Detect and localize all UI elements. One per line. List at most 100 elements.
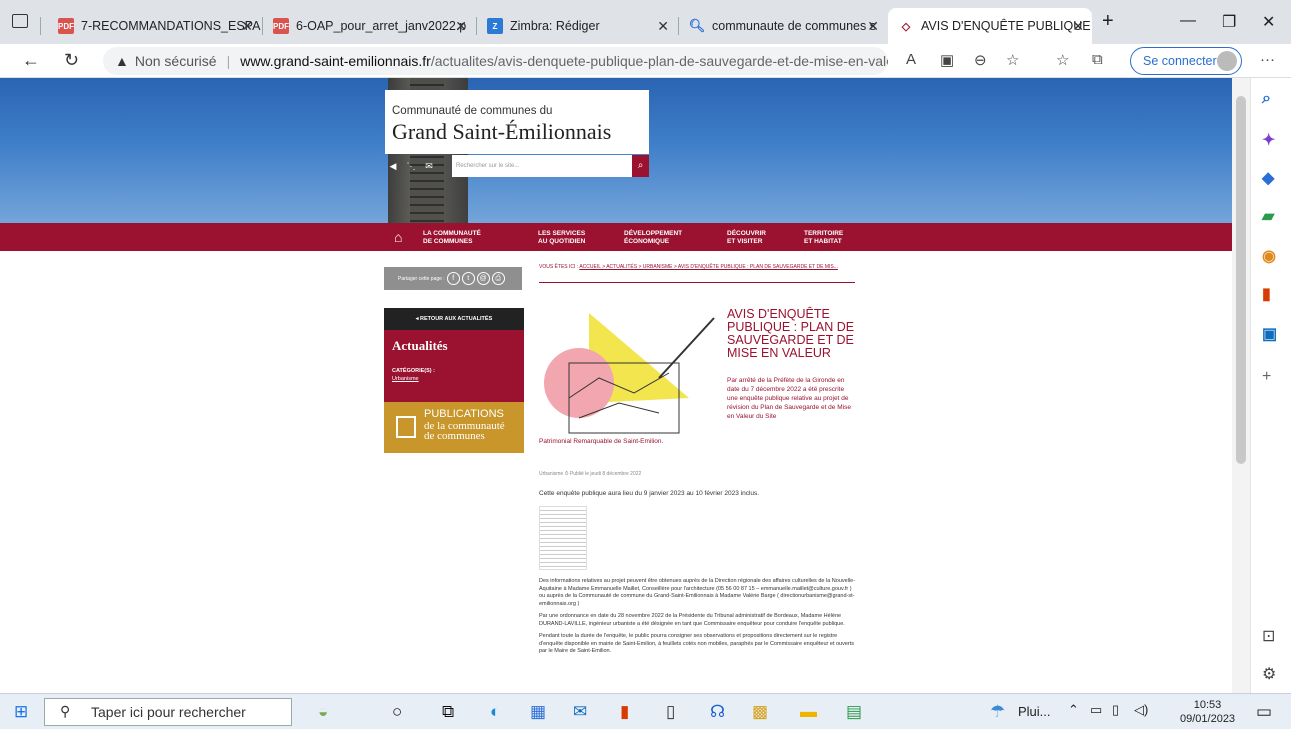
url-field[interactable]: ▲ Non sécurisé | www.grand-saint-emilion… (103, 47, 888, 75)
browser-tab[interactable]: PDF 6-OAP_pour_arret_janv2022.p ✕ (263, 8, 475, 44)
edge-icon[interactable]: ◐ (490, 702, 500, 722)
minimize-icon[interactable]: — (1180, 12, 1196, 30)
sign-in-button[interactable]: Se connecter (1130, 47, 1242, 75)
explorer-icon[interactable]: ▬ (800, 702, 817, 722)
menu-label: DÉVELOPPEMENT ÉCONOMIQUE (624, 230, 683, 245)
page-scrollbar[interactable] (1232, 78, 1250, 693)
browser-tab[interactable]: 🔍︎ communaute de communes s ✕ (679, 8, 887, 44)
taskbar-search-input[interactable]: Taper ici pour rechercher (44, 698, 292, 726)
close-icon[interactable]: ✕ (1072, 18, 1084, 35)
network-icon[interactable]: ▭ (1090, 702, 1102, 718)
article-paragraph: Pendant toute la durée de l'enquête, le … (539, 633, 855, 654)
article-body: Des informations relatives au projet peu… (539, 578, 859, 661)
home-icon[interactable]: ⌂ (394, 229, 402, 245)
favorites-icon[interactable]: ☆ (1056, 51, 1069, 69)
clock[interactable]: 10:53 09/01/2023 (1180, 698, 1235, 726)
article-illustration (544, 313, 715, 434)
file-icon[interactable]: ▯ (666, 702, 675, 722)
warning-icon: ▲ (115, 53, 129, 69)
edge-sidebar: ⌕ ✦ ◆ ▰ ◉ ▮ ▣ + ⊡ ⚙ (1250, 78, 1291, 693)
task-view-icon[interactable]: ⧉ (442, 702, 454, 722)
speaker-icon[interactable]: ◀ (385, 155, 401, 177)
headset-icon[interactable]: ☊ (710, 702, 725, 722)
publications-link[interactable]: PUBLICATIONS de la communauté de commune… (384, 402, 524, 453)
search-icon[interactable]: ⌕ (1262, 90, 1271, 108)
weather-label[interactable]: Plui... (1018, 704, 1051, 719)
back-icon[interactable]: ← (22, 50, 40, 71)
browser-tab-active[interactable]: ◇ AVIS D'ENQUÊTE PUBLIQUE ✕ (888, 8, 1092, 44)
shopping-icon[interactable]: ◆ (1262, 168, 1274, 188)
chevron-up-icon[interactable]: ⌃ (1068, 702, 1079, 718)
site-search-input[interactable]: Rechercher sur le site... (452, 155, 632, 177)
news-title: Actualités (392, 338, 448, 353)
refresh-icon[interactable]: ↻ (64, 50, 79, 71)
tools-icon[interactable]: ▰ (1262, 206, 1274, 226)
site-logo[interactable]: Communauté de communes du Grand Saint-Ém… (385, 90, 649, 154)
tab-actions-icon[interactable] (12, 14, 28, 28)
copilot-icon[interactable]: ✦ (1262, 130, 1275, 150)
breadcrumb-links[interactable]: ACCUEIL > ACTUALITÉS > URBANISME > AVIS … (579, 264, 838, 270)
time-label: 10:53 (1193, 699, 1222, 711)
close-icon[interactable]: ✕ (455, 18, 467, 35)
menu-item-communaute[interactable]: LA COMMUNAUTÉ DE COMMUNES (423, 230, 481, 245)
book-icon (396, 416, 416, 438)
article-intro: Cette enquête publique aura lieu du 9 ja… (539, 490, 760, 497)
battery-icon[interactable]: ▯ (1112, 702, 1119, 718)
scroll-thumb[interactable] (1236, 96, 1246, 464)
weather-icon[interactable]: ☂ (990, 702, 1005, 722)
menu-item-services[interactable]: LES SERVICES AU QUOTIDIEN (538, 230, 585, 245)
immersive-reader-icon[interactable]: ▣ (940, 51, 954, 69)
notifications-icon[interactable]: ▭ (1256, 702, 1272, 722)
browser-tab[interactable]: PDF 7-RECOMMANDATIONS_ESPA ✕ (48, 8, 261, 44)
mail-icon[interactable]: ✉ (421, 155, 437, 177)
restore-icon[interactable]: ❐ (1222, 12, 1236, 32)
sidebar-toggle-icon[interactable]: ⊡ (1262, 626, 1275, 646)
collections-icon[interactable]: ⧉ (1092, 51, 1103, 68)
photo-icon[interactable]: ▩ (752, 702, 768, 722)
print-icon[interactable]: ⎙ (491, 272, 505, 285)
read-aloud-icon[interactable]: A (906, 51, 916, 68)
page-viewport: Communauté de communes du Grand Saint-Ém… (0, 78, 1232, 693)
site-icon: ◇ (901, 20, 911, 33)
menu-item-developpement[interactable]: DÉVELOPPEMENT ÉCONOMIQUE (624, 230, 682, 245)
email-icon[interactable]: @ (476, 272, 490, 285)
menu-item-decouvrir[interactable]: DÉCOUVRIR ET VISITER (727, 230, 766, 245)
back-to-news-button[interactable]: ◂ RETOUR AUX ACTUALITÉS (384, 308, 524, 330)
close-icon[interactable]: ✕ (867, 18, 879, 35)
outlook-icon[interactable]: ▣ (1262, 324, 1277, 344)
twitter-icon[interactable]: t (461, 272, 475, 285)
divider: | (226, 53, 231, 69)
menu-item-territoire[interactable]: TERRITOIRE ET HABITAT (804, 230, 843, 245)
settings-icon[interactable]: ⚙ (1262, 664, 1276, 684)
facebook-icon[interactable]: f (446, 272, 460, 285)
close-icon[interactable]: ✕ (657, 18, 669, 35)
sidebar: ◂ RETOUR AUX ACTUALITÉS Actualités CATÉG… (384, 308, 524, 453)
pub-line1: PUBLICATIONS (424, 408, 504, 420)
store-icon[interactable]: ▦ (530, 702, 546, 722)
search-icon[interactable]: ⌕ (632, 155, 649, 177)
close-window-icon[interactable]: ✕ (1262, 12, 1275, 32)
windows-start-icon[interactable]: ⊞ (14, 702, 28, 722)
games-icon[interactable]: ◉ (1262, 246, 1276, 266)
cortana-icon[interactable]: ○ (392, 702, 402, 722)
rss-icon[interactable]: ⋱ (403, 155, 419, 177)
document-thumbnail[interactable] (539, 506, 587, 570)
widget-icon[interactable]: ◒ (318, 702, 328, 722)
more-icon[interactable]: ··· (1260, 51, 1275, 68)
favorite-add-icon[interactable]: ☆ (1006, 51, 1019, 69)
article-lead: Par arrêté de la Préfète de la Gironde e… (727, 377, 851, 420)
pdf-icon: PDF (58, 18, 74, 34)
category-link[interactable]: Urbanisme (392, 376, 516, 382)
close-icon[interactable]: ✕ (241, 18, 253, 35)
volume-icon[interactable]: ◁) (1134, 702, 1148, 718)
spreadsheet-icon[interactable]: ▤ (846, 702, 862, 722)
article-meta: Urbanisme ⏱ Publié le jeudi 8 décembre 2… (539, 471, 642, 477)
mail-icon[interactable]: ✉ (573, 702, 587, 722)
office-icon[interactable]: ▮ (620, 702, 629, 722)
browser-tab[interactable]: Z Zimbra: Rédiger ✕ (477, 8, 677, 44)
address-bar-row: ← ↻ ▲ Non sécurisé | www.grand-saint-emi… (0, 44, 1291, 78)
new-tab-icon[interactable]: + (1102, 10, 1114, 33)
office-icon[interactable]: ▮ (1262, 284, 1271, 304)
zoom-icon[interactable]: ⊖ (974, 51, 987, 69)
add-icon[interactable]: + (1262, 368, 1271, 386)
